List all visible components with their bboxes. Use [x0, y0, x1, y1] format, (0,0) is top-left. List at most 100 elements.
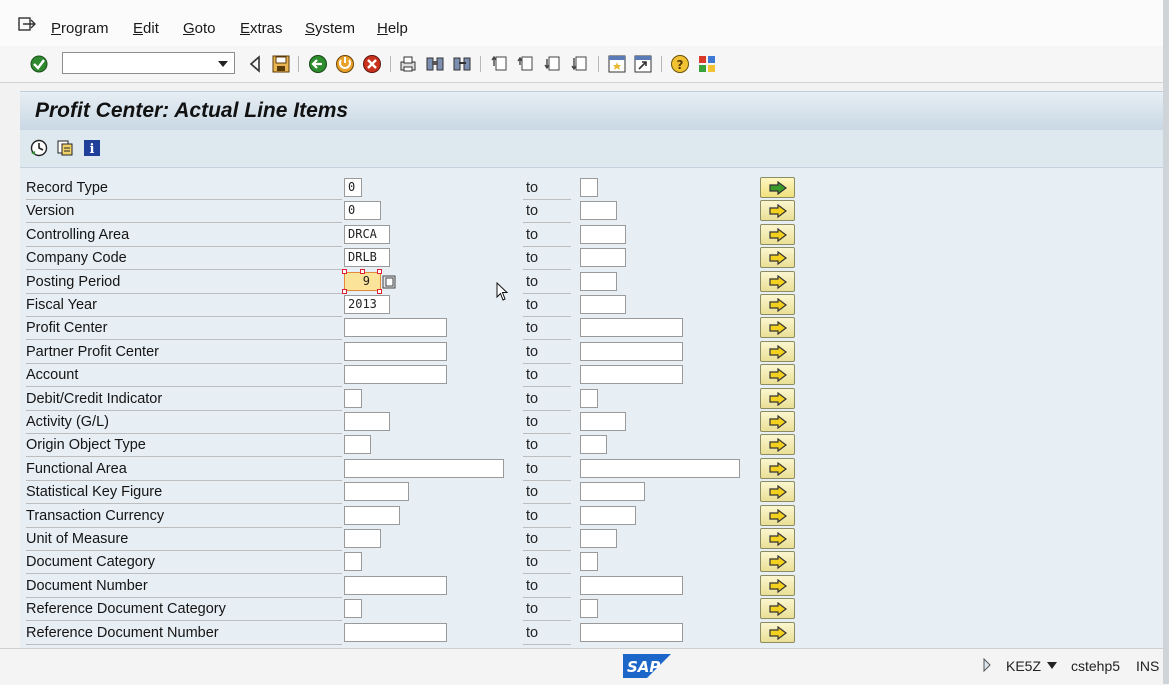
command-field[interactable]: [62, 52, 235, 74]
to-input[interactable]: [580, 271, 617, 291]
from-input[interactable]: [344, 552, 362, 572]
multiple-selection-button[interactable]: [760, 434, 795, 456]
from-input[interactable]: 0: [344, 178, 362, 197]
multiple-selection-button[interactable]: [760, 340, 795, 362]
from-input[interactable]: [344, 341, 447, 361]
from-input[interactable]: [344, 622, 447, 642]
cancel-icon[interactable]: [362, 54, 382, 74]
back-icon[interactable]: [308, 54, 328, 74]
from-input[interactable]: [344, 412, 390, 431]
multiple-selection-button[interactable]: [760, 598, 795, 620]
multiple-selection-button[interactable]: [760, 387, 795, 409]
layout-menu-icon[interactable]: [697, 54, 717, 74]
collapse-triangle-icon[interactable]: [245, 54, 265, 74]
to-input[interactable]: [580, 552, 598, 572]
multiple-selection-button[interactable]: [760, 457, 795, 479]
from-input[interactable]: [344, 458, 504, 478]
to-input[interactable]: [580, 201, 617, 221]
find-next-icon[interactable]: [452, 54, 472, 74]
get-variant-icon[interactable]: [56, 139, 74, 157]
from-input[interactable]: [344, 435, 371, 455]
to-input[interactable]: [580, 412, 626, 431]
menu-bar: Program Edit Goto Extras System Help: [0, 0, 1169, 46]
to-input[interactable]: [580, 599, 598, 619]
to-input[interactable]: [580, 435, 607, 455]
arrow-right-icon: [769, 438, 787, 453]
multiple-selection-button[interactable]: [760, 574, 795, 596]
multiple-selection-button[interactable]: [760, 270, 795, 292]
to-input[interactable]: [580, 318, 683, 338]
to-input[interactable]: [580, 224, 626, 244]
multiple-selection-button[interactable]: [760, 294, 795, 315]
status-dropdown-icon[interactable]: [1047, 662, 1057, 669]
menu-goto[interactable]: Goto: [183, 20, 216, 37]
multiple-selection-button[interactable]: [760, 364, 795, 386]
from-input[interactable]: DRCA: [344, 224, 390, 244]
from-input[interactable]: [344, 365, 447, 385]
find-icon[interactable]: [425, 54, 445, 74]
information-icon[interactable]: i: [83, 139, 101, 157]
multiple-selection-button[interactable]: [760, 223, 795, 245]
selection-row: Functional Area to: [20, 457, 1169, 481]
from-input[interactable]: [344, 529, 381, 548]
to-input[interactable]: [580, 341, 683, 361]
from-input[interactable]: [344, 599, 362, 619]
status-expand-icon[interactable]: [982, 658, 992, 672]
previous-page-icon[interactable]: [516, 54, 536, 74]
to-input[interactable]: [580, 178, 598, 197]
value-help-icon[interactable]: [382, 275, 396, 289]
multiple-selection-button[interactable]: [760, 247, 795, 269]
to-input[interactable]: [580, 622, 683, 642]
menu-edit[interactable]: Edit: [133, 20, 159, 37]
next-page-icon[interactable]: [543, 54, 563, 74]
multiple-selection-button[interactable]: [760, 528, 795, 549]
create-session-icon[interactable]: [607, 54, 627, 74]
exit-icon[interactable]: [335, 54, 355, 74]
to-input[interactable]: [580, 482, 645, 502]
to-input[interactable]: [580, 295, 626, 314]
multiple-selection-button[interactable]: [760, 177, 795, 198]
to-input[interactable]: [580, 575, 683, 595]
enter-check-icon[interactable]: [29, 54, 49, 74]
execute-icon[interactable]: [30, 139, 48, 157]
help-icon[interactable]: ?: [670, 54, 690, 74]
from-input[interactable]: [344, 318, 447, 338]
from-input[interactable]: [344, 575, 447, 595]
first-page-icon[interactable]: [490, 54, 510, 74]
multiple-selection-button[interactable]: [760, 504, 795, 526]
to-input[interactable]: [580, 365, 683, 385]
last-page-icon[interactable]: [570, 54, 590, 74]
menu-system[interactable]: System: [305, 20, 355, 37]
shortcut-icon[interactable]: [633, 54, 653, 74]
menu-extras[interactable]: Extras: [240, 20, 283, 37]
menu-help[interactable]: Help: [377, 20, 408, 37]
field-label: Controlling Area: [26, 227, 342, 247]
from-input[interactable]: [344, 482, 409, 502]
from-input[interactable]: 0: [344, 201, 381, 221]
from-input[interactable]: DRLB: [344, 248, 390, 268]
to-input[interactable]: [580, 388, 598, 408]
menu-toggle-icon[interactable]: [18, 16, 36, 32]
from-input[interactable]: [344, 505, 400, 525]
multiple-selection-button[interactable]: [760, 481, 795, 503]
to-label-text: to: [526, 203, 539, 220]
menu-program[interactable]: Program: [51, 20, 109, 37]
selection-row: Version 0 to: [20, 200, 1169, 224]
dropdown-arrow-icon[interactable]: [218, 61, 228, 67]
multiple-selection-button[interactable]: [760, 317, 795, 339]
multiple-selection-button[interactable]: [760, 411, 795, 432]
to-input[interactable]: [580, 248, 626, 268]
multiple-selection-button[interactable]: [760, 551, 795, 573]
to-input[interactable]: [580, 458, 740, 478]
multiple-selection-button[interactable]: [760, 200, 795, 222]
to-input[interactable]: [580, 505, 636, 525]
field-label: Posting Period: [26, 274, 342, 294]
multiple-selection-button[interactable]: [760, 621, 795, 643]
save-icon[interactable]: [271, 54, 291, 74]
from-input[interactable]: [344, 388, 362, 408]
print-icon[interactable]: [398, 54, 418, 74]
from-input[interactable]: 2013: [344, 295, 390, 314]
from-input[interactable]: 9: [344, 271, 381, 291]
to-input[interactable]: [580, 529, 617, 548]
to-label-text: to: [526, 180, 539, 196]
